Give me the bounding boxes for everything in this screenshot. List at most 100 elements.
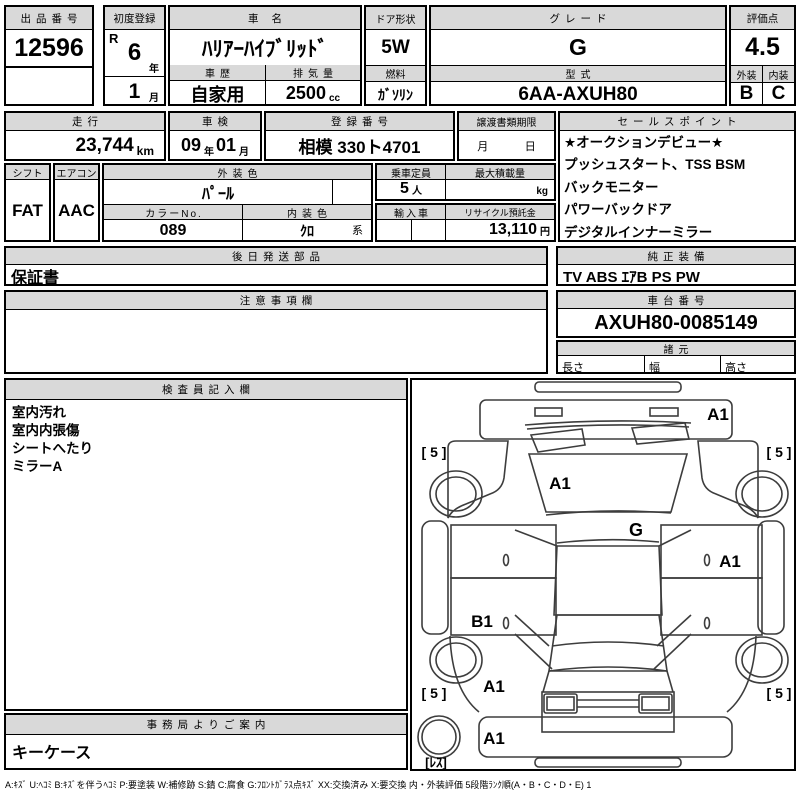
genuine-equipment-value: TV ABS ｴｱB PS PW	[563, 268, 700, 286]
sales-points-box: セールスポイント ★オークションデビュー★ プッシュスタート、TSS BSM バ…	[558, 111, 796, 242]
interior-color-name: ｸﾛ	[300, 222, 314, 239]
damage-code-legend: A:ｷｽﾞ U:ﾍｺﾐ B:ｷｽﾞを伴うﾍｺﾐ P:要塗装 W:補修跡 S:錆 …	[5, 780, 592, 790]
capacity-unit: 人	[411, 186, 422, 197]
inspector-notes-box: 検査員記入欄 室内汚れ 室内内張傷 シートへたり ミラーA	[4, 378, 408, 711]
caution-value	[6, 310, 546, 381]
inspection-month-unit: 月	[239, 147, 250, 158]
mileage-box: 走行 23,744 km	[4, 111, 166, 161]
damage-mark-roof: G	[628, 520, 643, 540]
wheel-mark-rear-left: [ 5 ]	[421, 444, 447, 460]
car-name-label: 車 名	[170, 7, 360, 30]
recycle-deposit-value: 13,110 円	[445, 219, 554, 240]
lot-number-box: 出品番号 12596	[4, 5, 94, 106]
month-unit: 月	[149, 93, 159, 104]
damage-mark-door-left: B1	[471, 612, 493, 631]
fuel-value: ｶﾞｿﾘﾝ	[378, 86, 413, 103]
genuine-equipment-label: 純正装備	[558, 248, 794, 265]
mileage-label: 走行	[6, 113, 164, 131]
history-value: 自家用	[190, 84, 245, 105]
exterior-grade-label: 外装	[731, 66, 762, 83]
inspector-note-line: ミラーA	[12, 459, 63, 474]
era-code: R	[109, 31, 119, 46]
office-notice-label: 事務局よりご案内	[6, 715, 406, 735]
chassis-no-label: 車台番号	[558, 292, 794, 309]
spec-width-cell: 幅	[644, 356, 720, 374]
wheel-mark-front-left: [ 5 ]	[421, 685, 447, 701]
sales-point-line: ★オークションデビュー★	[564, 135, 724, 150]
office-notice-value: キーケース	[12, 745, 92, 762]
exterior-color-value: ﾊﾟｰﾙ	[201, 186, 234, 203]
exterior-color-label: 外装色	[104, 165, 371, 180]
score-box: 評価点 4.5 外装 内装 B C	[729, 5, 796, 106]
transfer-month-unit: 月	[477, 140, 489, 153]
sales-point-line: デジタルインナーミラー	[564, 224, 713, 240]
sales-point-line: プッシュスタート、TSS BSM	[564, 157, 746, 173]
door-shape-box: ドア形状 5W 燃料 ｶﾞｿﾘﾝ	[364, 5, 427, 106]
capacity-number: 5	[400, 180, 409, 197]
first-registration-month-cell: 1 月	[105, 76, 164, 106]
import-car-cell-b	[411, 219, 445, 240]
import-car-label: 輸入車	[377, 205, 445, 220]
capacity-value: 5 人	[377, 179, 445, 199]
capacity-label: 乗車定員	[377, 165, 445, 180]
lot-number-label: 出品番号	[6, 7, 92, 30]
inspection-box: 車検 09 年 01 月	[168, 111, 262, 161]
max-load-label: 最大積載量	[445, 165, 554, 180]
year-unit: 年	[149, 64, 159, 75]
model-code-label: 型式	[431, 65, 725, 82]
first-registration-year: 6	[127, 39, 142, 66]
registration-no-label: 登録番号	[266, 113, 453, 131]
interior-color-suffix: 系	[352, 225, 363, 237]
lot-number-value: 12596	[14, 33, 84, 62]
first-registration-year-cell: R 6 年	[105, 30, 164, 76]
interior-grade-label: 内装	[762, 66, 794, 83]
capacity-load-box: 乗車定員 最大積載量 5 人 kg	[375, 163, 556, 201]
car-name-box: 車 名 ﾊﾘｱｰﾊｲﾌﾞﾘｯﾄﾞ 車歴 自家用 排気量 2500 cc	[168, 5, 362, 106]
later-shipping-label: 後日発送部品	[6, 248, 546, 265]
history-label: 車歴	[170, 65, 265, 81]
grade-label: グレード	[431, 7, 725, 30]
mileage-value: 23,744 km	[6, 131, 164, 160]
damage-mark-front-bumper: A1	[483, 729, 505, 748]
inspector-notes-list: 室内汚れ 室内内張傷 シートへたり ミラーA	[6, 400, 406, 480]
inspection-value: 09 年 01 月	[170, 131, 260, 160]
grade-value: G	[569, 34, 587, 60]
car-diagram-panel: A1 [ 5 ] [ 5 ] A1 G A1 B1 A1 [ 5 ] [ 5 ]…	[410, 378, 796, 771]
shift-box: シフト FAT	[4, 163, 51, 242]
wheel-mark-rear-right: [ 5 ]	[766, 444, 792, 460]
shift-value: FAT	[12, 200, 43, 220]
door-shape-label: ドア形状	[366, 7, 425, 30]
first-registration-month: 1	[128, 79, 141, 103]
displacement-cell: 排気量 2500 cc	[265, 65, 360, 105]
registration-no-value: 相模 330ト4701	[298, 138, 421, 157]
aircon-label: エアコン	[55, 165, 98, 180]
caution-label: 注意事項欄	[6, 292, 546, 310]
color-box: 外装色 ﾊﾟｰﾙ カラーNo. 内装色 089 ｸﾛ 系	[102, 163, 373, 242]
inspector-note-line: 室内内張傷	[12, 423, 80, 438]
genuine-equipment-box: 純正装備 TV ABS ｴｱB PS PW	[556, 246, 796, 286]
displacement-value: 2500 cc	[266, 81, 360, 106]
score-label: 評価点	[731, 7, 794, 30]
first-registration-box: 初度登録 R 6 年 1 月	[103, 5, 166, 106]
spec-height-cell: 高さ	[720, 356, 794, 374]
spare-tire-mark: [ﾚｽ]	[425, 755, 447, 770]
office-notice-box: 事務局よりご案内 キーケース	[4, 713, 408, 770]
later-shipping-value: 保証書	[11, 270, 60, 287]
auction-sheet: 出品番号 12596 初度登録 R 6 年 1 月 車 名 ﾊﾘｱｰﾊｲﾌﾞﾘｯ…	[0, 0, 800, 800]
displacement-unit: cc	[328, 93, 341, 104]
color-no-label: カラーNo.	[104, 205, 242, 220]
recycle-deposit-label: リサイクル預託金	[445, 205, 554, 220]
inspector-notes-label: 検査員記入欄	[6, 380, 406, 400]
inspection-month: 01	[216, 135, 237, 155]
import-recycle-box: 輸入車 リサイクル預託金 13,110 円	[375, 203, 556, 242]
displacement-number: 2500	[285, 83, 326, 103]
aircon-value: AAC	[58, 200, 95, 220]
transfer-deadline-box: 譲渡書類期限 月 日	[457, 111, 556, 161]
max-load-value: kg	[445, 179, 554, 199]
later-shipping-box: 後日発送部品 保証書	[4, 246, 548, 287]
recycle-deposit-number: 13,110	[488, 220, 537, 238]
damage-mark-rear-bumper: A1	[707, 405, 729, 424]
max-load-unit: kg	[536, 186, 548, 197]
interior-color-value: ｸﾛ 系	[242, 219, 371, 242]
recycle-deposit-unit: 円	[540, 227, 550, 238]
